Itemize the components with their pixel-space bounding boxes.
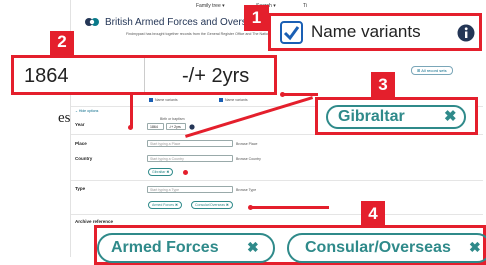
callout-armed-forces-label: Armed Forces [111, 239, 219, 256]
archive-reference-label: Archive reference [75, 219, 114, 224]
callout-year-value: 1864 [24, 65, 69, 87]
year-info-icon[interactable] [189, 124, 195, 130]
browse-type-link[interactable]: Browse Type [236, 188, 256, 192]
type-chip-armed-forces[interactable]: Armed Forces ✖ [148, 201, 182, 209]
type-input[interactable]: Start typing a Type [147, 186, 233, 193]
close-icon[interactable]: ✖ [469, 239, 481, 256]
callout-3-badge: 3 [371, 72, 395, 97]
place-input[interactable]: Start typing a Place [147, 140, 233, 147]
callout-3-dot [183, 170, 188, 175]
callout-1-dot [280, 92, 285, 97]
browse-place-link[interactable]: Browse Place [236, 142, 257, 146]
nav-family-tree[interactable]: Family tree ▾ [196, 3, 225, 9]
callout-year: 1864 -/+ 2yrs [11, 55, 277, 95]
year-label: Year [75, 122, 85, 127]
callout-consular-label: Consular/Overseas [305, 239, 451, 256]
callout-4-badge: 4 [361, 201, 385, 226]
callout-name-variants-label: Name variants [311, 22, 421, 41]
callout-4-dot [248, 205, 253, 210]
type-label: Type [75, 186, 86, 191]
check-icon[interactable] [280, 21, 303, 44]
name-variants-text-2: Name variants [225, 98, 248, 102]
gibraltar-chip[interactable]: Gibraltar ✖ [326, 105, 466, 129]
name-variants-checkbox[interactable] [149, 98, 153, 102]
callout-name-variants: Name variants [268, 13, 482, 51]
page-title: British Armed Forces and Overs [105, 17, 247, 28]
place-label: Place [75, 141, 87, 146]
info-icon[interactable] [457, 24, 475, 42]
callout-2-dot [128, 125, 133, 130]
year-hint: Birth or baptism [160, 117, 185, 121]
browse-country-link[interactable]: Browse Country [236, 157, 261, 161]
close-icon[interactable]: ✖ [444, 107, 457, 125]
country-label: Country [75, 156, 93, 161]
callout-year-range: -/+ 2yrs [182, 65, 250, 87]
callout-type: Armed Forces ✖ Consular/Overseas ✖ [94, 225, 486, 265]
country-chip-gibraltar[interactable]: Gibraltar ✖ [148, 168, 174, 176]
callout-1-badge: 1 [244, 5, 269, 31]
name-variants-checkbox-2[interactable] [219, 98, 223, 102]
cropped-text: es [58, 110, 71, 126]
callout-gibraltar: Gibraltar ✖ [315, 97, 478, 135]
callout-gibraltar-label: Gibraltar [338, 108, 405, 125]
findmypast-logo-icon [85, 18, 99, 26]
armed-forces-chip[interactable]: Armed Forces ✖ [97, 233, 275, 263]
close-icon[interactable]: ✖ [247, 239, 259, 256]
nav-extra[interactable]: Ti [303, 3, 307, 9]
year-input[interactable]: 1864 [147, 123, 164, 130]
callout-4-line [249, 206, 329, 209]
year-range-select[interactable]: -/+ 2yrs [166, 123, 186, 130]
callout-2-badge: 2 [50, 31, 74, 55]
top-nav: Family tree ▾ Search ▾ Ti [71, 0, 483, 12]
name-variants-text: Name variants [155, 98, 178, 102]
all-records-button[interactable]: ⊞ All record sets [411, 66, 453, 75]
hide-options-link[interactable]: ⌄ Hide options [75, 109, 98, 113]
callout-3-line-a [282, 93, 318, 96]
country-input[interactable]: Start typing a Country [147, 155, 233, 162]
consular-overseas-chip[interactable]: Consular/Overseas ✖ [287, 233, 486, 263]
type-chip-consular[interactable]: Consular/Overseas ✖ [191, 201, 233, 209]
